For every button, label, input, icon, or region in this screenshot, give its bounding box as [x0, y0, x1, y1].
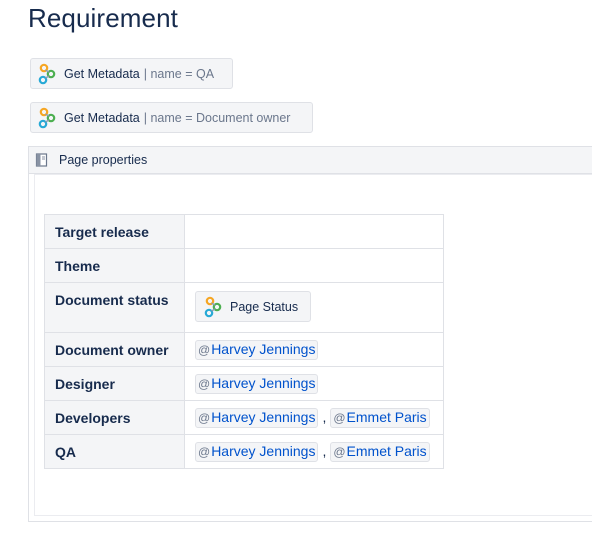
property-value: @Harvey Jennings, @Emmet Paris	[184, 400, 444, 435]
property-value: @Harvey Jennings	[184, 366, 444, 401]
table-row: Theme	[44, 248, 444, 283]
table-row: Developers @Harvey Jennings, @Emmet Paris	[44, 400, 444, 435]
metadata-plugin-icon	[38, 63, 56, 84]
property-key: Document owner	[44, 332, 185, 367]
user-mention[interactable]: @Harvey Jennings	[195, 373, 319, 394]
user-mention[interactable]: @Emmet Paris	[330, 441, 430, 462]
macro-params: | name = QA	[143, 66, 215, 81]
metadata-plugin-icon	[204, 296, 222, 317]
table-row: QA @Harvey Jennings, @Emmet Paris	[44, 434, 444, 469]
get-metadata-macro-document-owner[interactable]: Get Metadata | name = Document owner	[30, 102, 313, 133]
user-mention[interactable]: @Emmet Paris	[330, 407, 430, 428]
property-value: Page Status	[184, 282, 444, 333]
property-value: @Harvey Jennings	[184, 332, 444, 367]
property-key: Theme	[44, 248, 185, 283]
table-row: Designer @Harvey Jennings	[44, 366, 444, 401]
user-mention[interactable]: @Harvey Jennings	[195, 407, 319, 428]
table-row: Target release	[44, 214, 444, 249]
separator: ,	[322, 408, 327, 425]
separator: ,	[322, 442, 327, 459]
page-status-macro[interactable]: Page Status	[195, 291, 312, 322]
page-properties-header: Page properties	[29, 147, 592, 174]
page-status-label: Page Status	[230, 299, 299, 314]
macro-name: Get Metadata	[64, 66, 140, 81]
property-key: Developers	[44, 400, 185, 435]
macro-name: Get Metadata	[64, 110, 140, 125]
book-icon	[35, 153, 48, 167]
metadata-plugin-icon	[38, 107, 56, 128]
user-mention[interactable]: @Harvey Jennings	[195, 339, 319, 360]
property-key: Designer	[44, 366, 185, 401]
property-value-empty[interactable]	[184, 214, 444, 249]
confluence-page: Requirement Get Metadata | name = QA Get…	[0, 0, 592, 533]
property-value-empty[interactable]	[184, 248, 444, 283]
table-row: Document status Page Status	[44, 282, 444, 333]
table-row: Document owner @Harvey Jennings	[44, 332, 444, 367]
property-value: @Harvey Jennings, @Emmet Paris	[184, 434, 444, 469]
property-key: Document status	[44, 282, 185, 333]
page-properties-label: Page properties	[59, 153, 148, 167]
property-key: QA	[44, 434, 185, 469]
page-title: Requirement	[28, 3, 178, 33]
property-key: Target release	[44, 214, 185, 249]
page-properties-table: Target release Theme Document status Pag…	[44, 214, 444, 469]
user-mention[interactable]: @Harvey Jennings	[195, 441, 319, 462]
macro-params: | name = Document owner	[143, 110, 291, 125]
get-metadata-macro-qa[interactable]: Get Metadata | name = QA	[30, 58, 233, 89]
